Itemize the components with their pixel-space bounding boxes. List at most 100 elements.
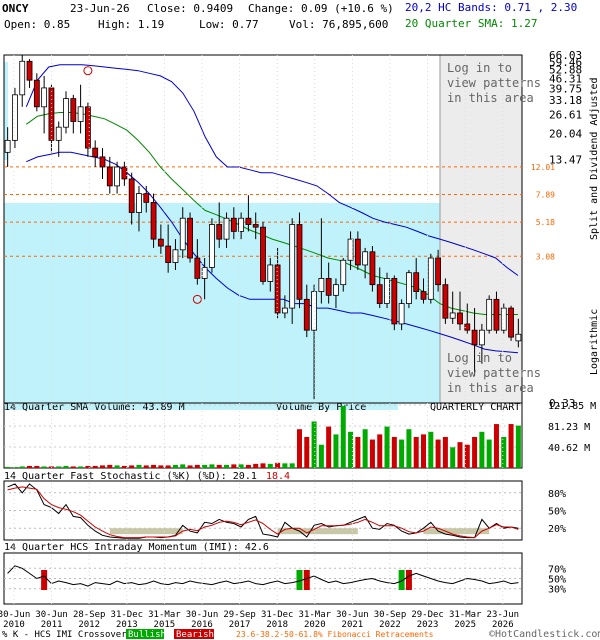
stochastic-d-value: 18.4 xyxy=(266,471,290,482)
change-label: Change: 0.09 (+10.6 %) xyxy=(248,2,394,15)
x-tick-year: 2021 xyxy=(342,620,364,630)
x-tick-label: 23-Jun xyxy=(487,610,520,620)
volume-bar xyxy=(399,439,405,468)
candle-up xyxy=(427,257,434,300)
candle-down xyxy=(471,329,478,346)
candle-down xyxy=(442,284,449,319)
x-tick-year: 2012 xyxy=(78,620,100,630)
volume-bar xyxy=(231,464,237,468)
adjusted-side-label: Split and Dividend Adjusted xyxy=(589,77,600,240)
volume-bar xyxy=(442,436,448,468)
symbol-label: ONCY xyxy=(2,2,29,15)
candle-up xyxy=(347,238,354,261)
candle-up xyxy=(515,333,522,342)
candle-down xyxy=(33,79,40,108)
volume-bar xyxy=(194,464,200,468)
volume-bar xyxy=(348,431,354,468)
bearish-label: Bearish xyxy=(176,630,214,640)
x-tick-year: 2010 xyxy=(3,620,25,630)
candle-down xyxy=(493,298,500,331)
volume-bar xyxy=(158,465,164,468)
candle-up xyxy=(172,249,179,263)
price-tick-label: 33.18 xyxy=(549,94,582,107)
candle-up xyxy=(238,217,245,232)
candle-down xyxy=(187,217,193,259)
x-tick-year: 2015 xyxy=(154,620,176,630)
volume-bar xyxy=(41,466,47,468)
candle-up xyxy=(281,307,288,314)
volume-bar xyxy=(99,465,105,468)
login-overlay-text: Log in to xyxy=(447,61,512,75)
x-tick-label: 29-Sep xyxy=(223,610,256,620)
volume-bar xyxy=(63,465,69,468)
candle-up xyxy=(500,307,507,331)
candle-up xyxy=(318,278,325,292)
volume-bar xyxy=(129,465,135,468)
volume-bar xyxy=(333,434,339,468)
candle-down xyxy=(413,272,420,292)
crossover-bar xyxy=(41,570,48,590)
crossover-legend: % K - HCS IMI Crossover: xyxy=(2,630,132,640)
volume-bar xyxy=(421,434,427,468)
candle-down xyxy=(157,238,164,247)
volume-bar xyxy=(136,464,142,468)
date-label: 23-Jun-26 xyxy=(70,2,130,15)
fib-level-label: 7.89 xyxy=(536,191,555,200)
candle-down xyxy=(121,166,128,180)
volume-bar xyxy=(12,466,18,468)
volume-bar xyxy=(202,464,208,468)
volume-bar xyxy=(311,421,317,468)
copyright-label: ©HotCandlestick.com xyxy=(489,629,600,640)
volume-bar xyxy=(326,426,332,468)
x-tick-year: 2011 xyxy=(41,620,63,630)
volume-bar xyxy=(216,464,222,468)
low-label: Low: 0.77 xyxy=(199,18,259,31)
volume-bar xyxy=(479,431,485,468)
x-tick-year: 2023 xyxy=(417,620,439,630)
volume-bar xyxy=(78,466,84,468)
stochastic-title: 14 Quarter Fast Stochastic (%K) (%D): 20… xyxy=(4,471,257,482)
candle-up xyxy=(384,278,390,304)
candle-down xyxy=(150,201,157,240)
high-label: High: 1.19 xyxy=(98,18,164,31)
candle-down xyxy=(92,147,99,158)
momentum-title: 14 Quarter HCS Intraday Momentum (IMI): … xyxy=(4,542,269,553)
volume-bar xyxy=(501,436,507,468)
candle-up xyxy=(478,329,485,346)
candle-up xyxy=(362,251,369,266)
login-overlay-text: in this area xyxy=(447,91,534,105)
stochastic-panel: 14 Quarter Fast Stochastic (%K) (%D): 20… xyxy=(3,471,566,541)
candle-down xyxy=(274,264,281,314)
stochastic-line xyxy=(7,486,519,539)
x-tick-year: 2013 xyxy=(116,620,138,630)
volume-bar xyxy=(304,436,310,468)
momentum-panel: 14 Quarter HCS Intraday Momentum (IMI): … xyxy=(3,542,566,605)
candle-up xyxy=(114,166,120,187)
volume-title: 14 Quarter SMA Volume: 43.89 M xyxy=(4,402,185,413)
scale-side-label: Logarithmic xyxy=(589,309,600,375)
volume-bar xyxy=(391,436,397,468)
x-tick-label: 31-Dec xyxy=(111,610,144,620)
volume-bar xyxy=(19,466,25,468)
candle-down xyxy=(457,312,463,325)
volume-bar xyxy=(56,466,62,468)
candle-down xyxy=(230,217,237,232)
candle-up xyxy=(12,94,18,141)
candle-up xyxy=(63,98,69,128)
candle-up xyxy=(311,291,317,331)
volume-bar xyxy=(172,464,178,468)
volume-bar xyxy=(435,439,441,468)
candle-down xyxy=(508,307,514,338)
candle-up xyxy=(4,139,11,153)
volume-tick-label: 81.23 M xyxy=(548,422,590,433)
volume-bar xyxy=(5,466,11,468)
candle-up xyxy=(333,284,339,296)
candle-up xyxy=(179,217,186,251)
candle-down xyxy=(128,178,135,213)
volume-bar xyxy=(282,463,288,468)
x-tick-label: 28-Sep xyxy=(73,610,106,620)
candle-down xyxy=(194,257,201,279)
volume-bar xyxy=(340,405,346,468)
candle-up xyxy=(406,272,412,304)
candle-down xyxy=(435,257,441,286)
